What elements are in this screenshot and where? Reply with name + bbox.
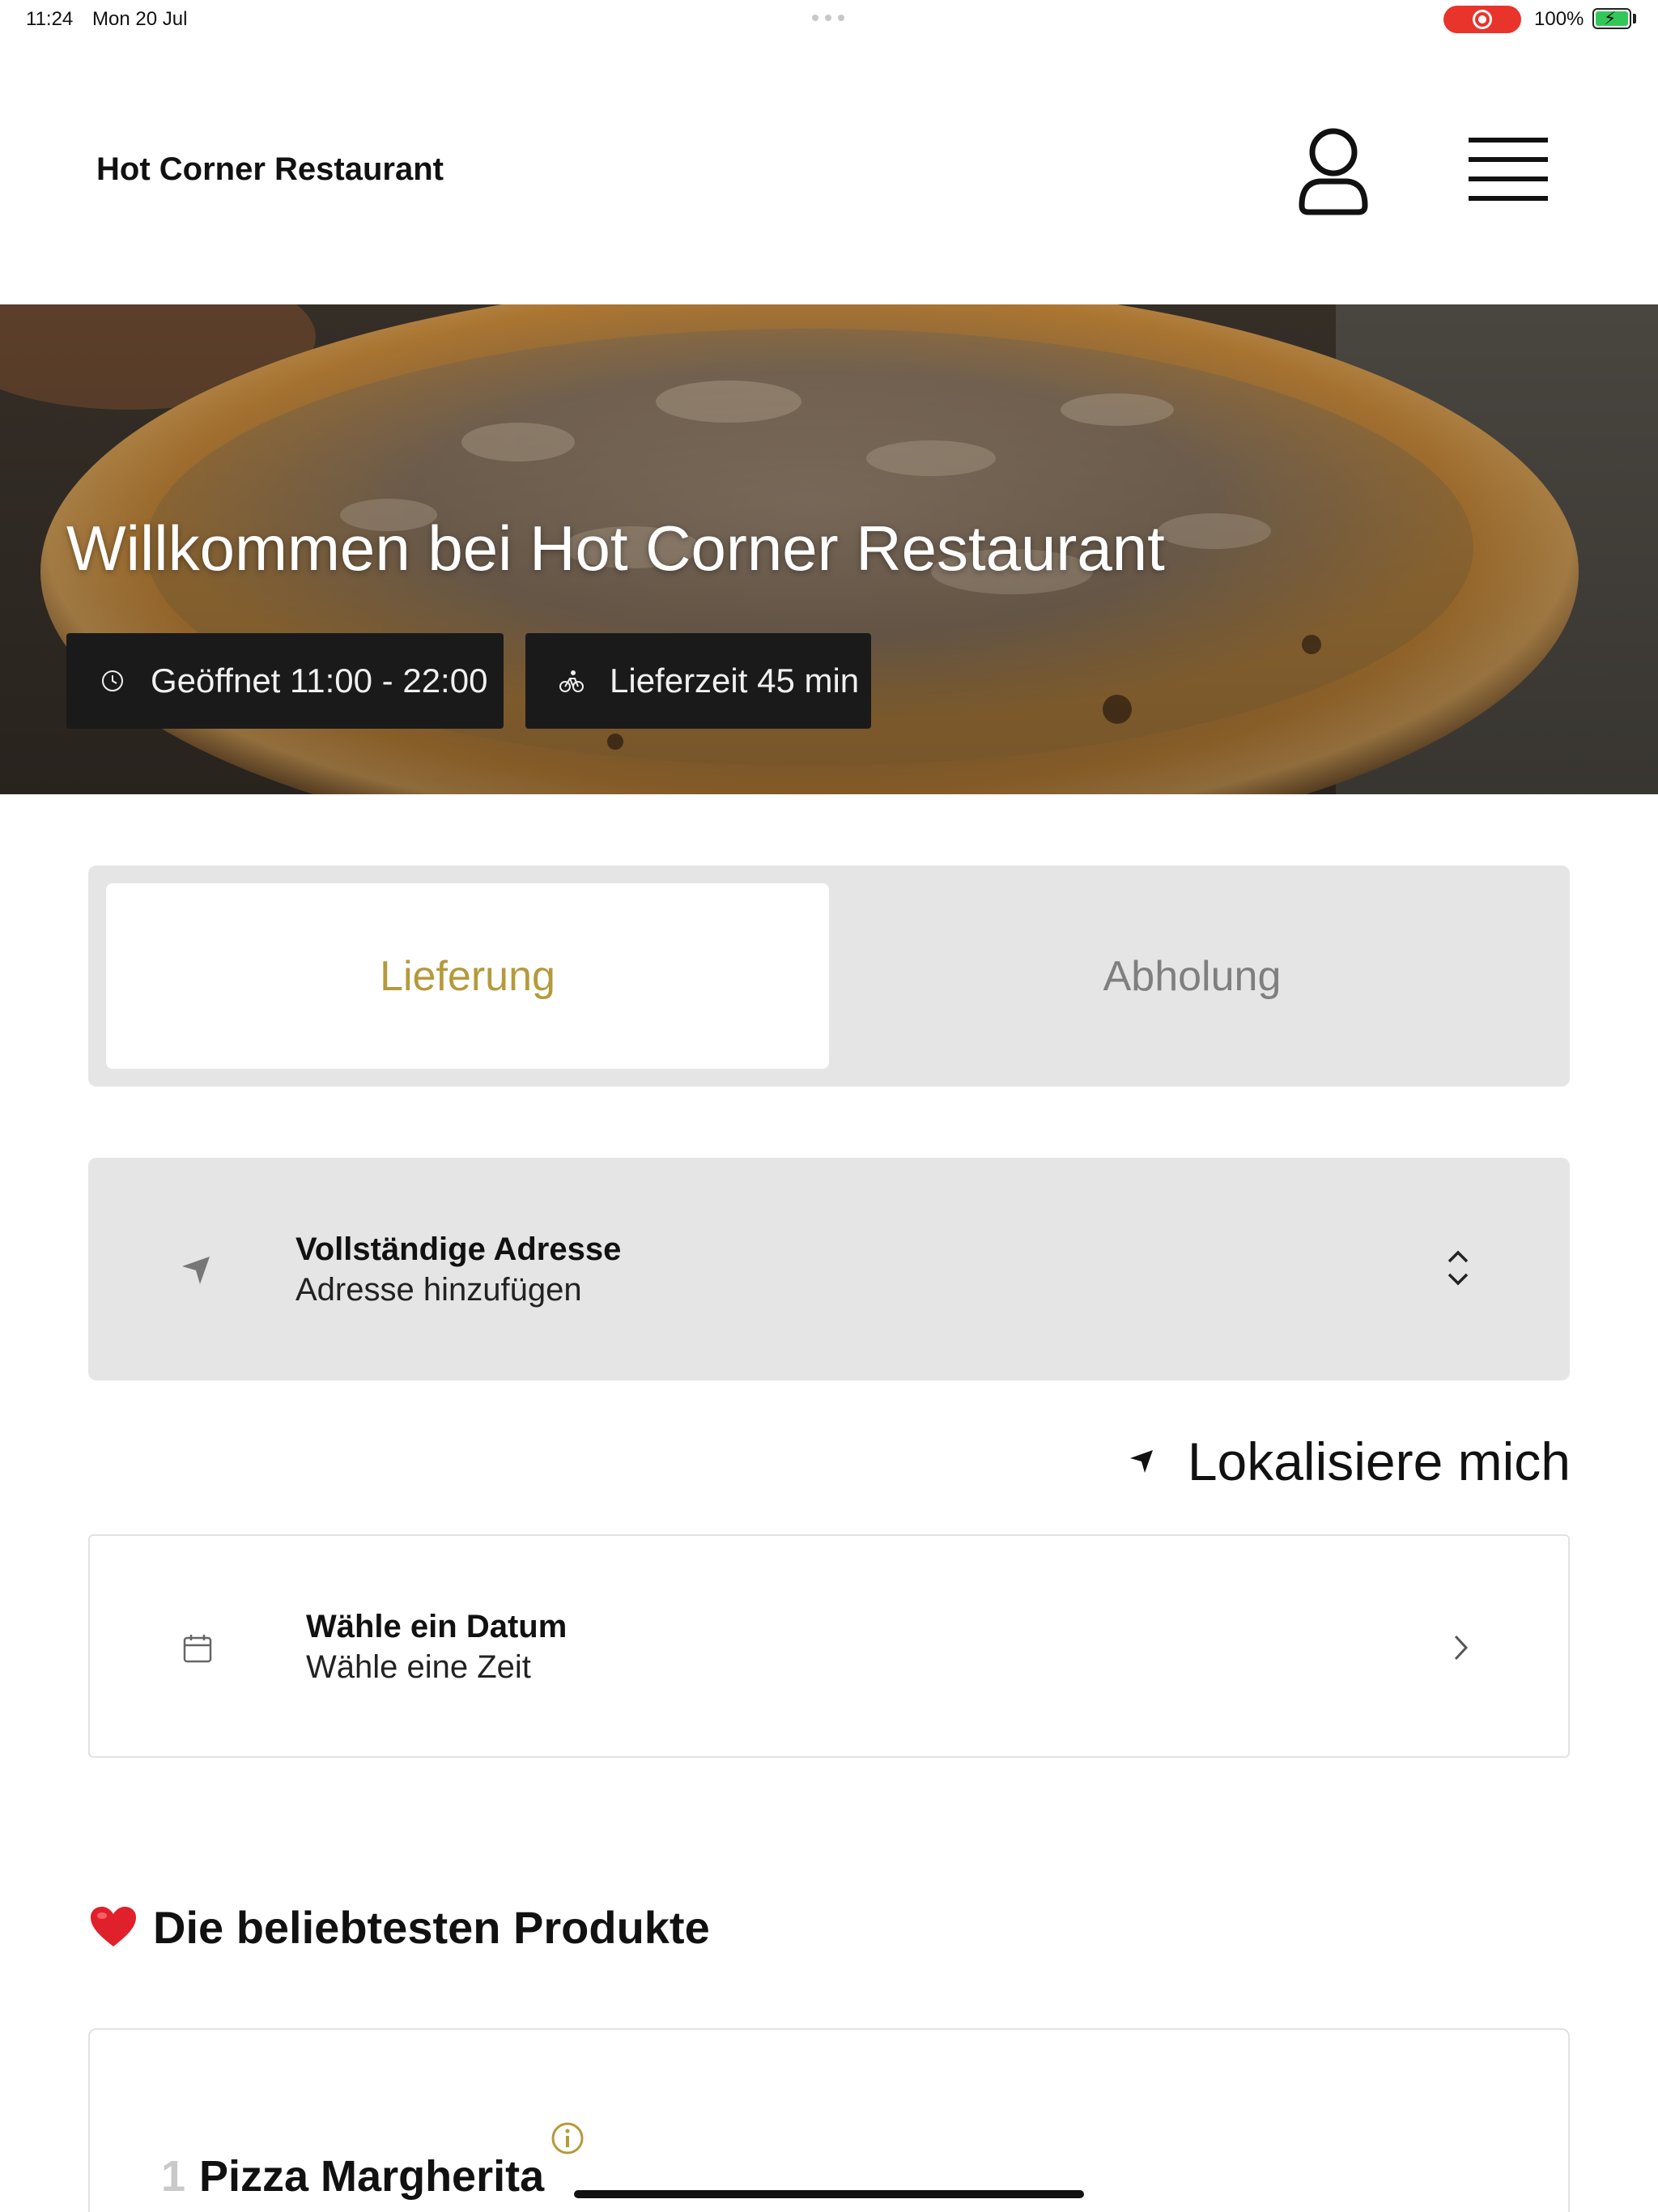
- location-arrow-icon: [182, 1257, 210, 1284]
- bicycle-icon: [558, 667, 585, 695]
- opening-hours-text: Geöffnet 11:00 - 22:00: [151, 661, 488, 700]
- locate-me-button[interactable]: Lokalisiere mich: [1109, 1427, 1571, 1496]
- status-time: 11:24: [26, 8, 74, 30]
- opening-hours-badge: Geöffnet 11:00 - 22:00: [66, 633, 504, 729]
- date-title: Wähle ein Datum: [306, 1609, 568, 1644]
- clock-icon: [99, 667, 126, 695]
- order-mode-switch: Lieferung Abholung: [88, 866, 1570, 1087]
- address-subtitle: Adresse hinzufügen: [295, 1272, 582, 1308]
- restaurant-name[interactable]: Hot Corner Restaurant: [96, 151, 444, 188]
- address-title: Vollständige Adresse: [295, 1231, 622, 1267]
- welcome-title: Willkommen bei Hot Corner Restaurant: [66, 513, 1165, 584]
- battery-tip: [1633, 14, 1636, 23]
- account-button[interactable]: [1289, 121, 1378, 219]
- chevron-right-icon: [1454, 1635, 1469, 1661]
- time-subtitle: Wähle eine Zeit: [306, 1649, 531, 1685]
- product-info-button[interactable]: [550, 2121, 585, 2156]
- date-time-selector[interactable]: Wähle ein Datum Wähle eine Zeit: [88, 1534, 1570, 1758]
- delivery-time-badge: Lieferzeit 45 min: [525, 633, 871, 729]
- location-arrow-icon: [1129, 1450, 1153, 1473]
- menu-button[interactable]: [1457, 130, 1559, 211]
- locate-me-label: Lokalisiere mich: [1187, 1431, 1571, 1491]
- user-icon: [1299, 128, 1368, 215]
- status-bar: 11:24 Mon 20 Jul 100% ⚡: [0, 0, 1658, 39]
- tab-delivery[interactable]: Lieferung: [106, 883, 829, 1069]
- address-selector[interactable]: Vollständige Adresse Adresse hinzufügen: [88, 1158, 1570, 1380]
- heart-icon: [91, 1907, 136, 1946]
- status-date: Mon 20 Jul: [92, 8, 188, 30]
- product-name: Pizza Margherita: [199, 2152, 545, 2201]
- popular-products-heading: Die beliebtesten Produkte: [88, 1899, 710, 1955]
- calendar-icon: [183, 1635, 212, 1663]
- battery-percentage: 100%: [1534, 8, 1584, 30]
- product-card[interactable]: 1 Pizza Margherita: [88, 2028, 1570, 2212]
- hero-banner: Willkommen bei Hot Corner Restaurant Geö…: [0, 304, 1658, 794]
- battery-icon: ⚡: [1592, 8, 1631, 29]
- page: 11:24 Mon 20 Jul 100% ⚡ Hot Corner Resta…: [0, 0, 1658, 2212]
- tab-pickup[interactable]: Abholung: [831, 883, 1554, 1069]
- screen-recording-icon[interactable]: [1443, 6, 1521, 33]
- info-icon: [551, 2122, 584, 2155]
- popular-products-title: Die beliebtesten Produkte: [153, 1901, 710, 1953]
- multitasking-dots-icon[interactable]: [812, 15, 844, 21]
- product-rank: 1: [161, 2152, 186, 2201]
- hamburger-menu-icon: [1469, 138, 1548, 201]
- home-indicator[interactable]: [574, 2190, 1084, 2198]
- delivery-time-text: Lieferzeit 45 min: [610, 661, 860, 700]
- chevron-up-down-icon: [1448, 1250, 1469, 1286]
